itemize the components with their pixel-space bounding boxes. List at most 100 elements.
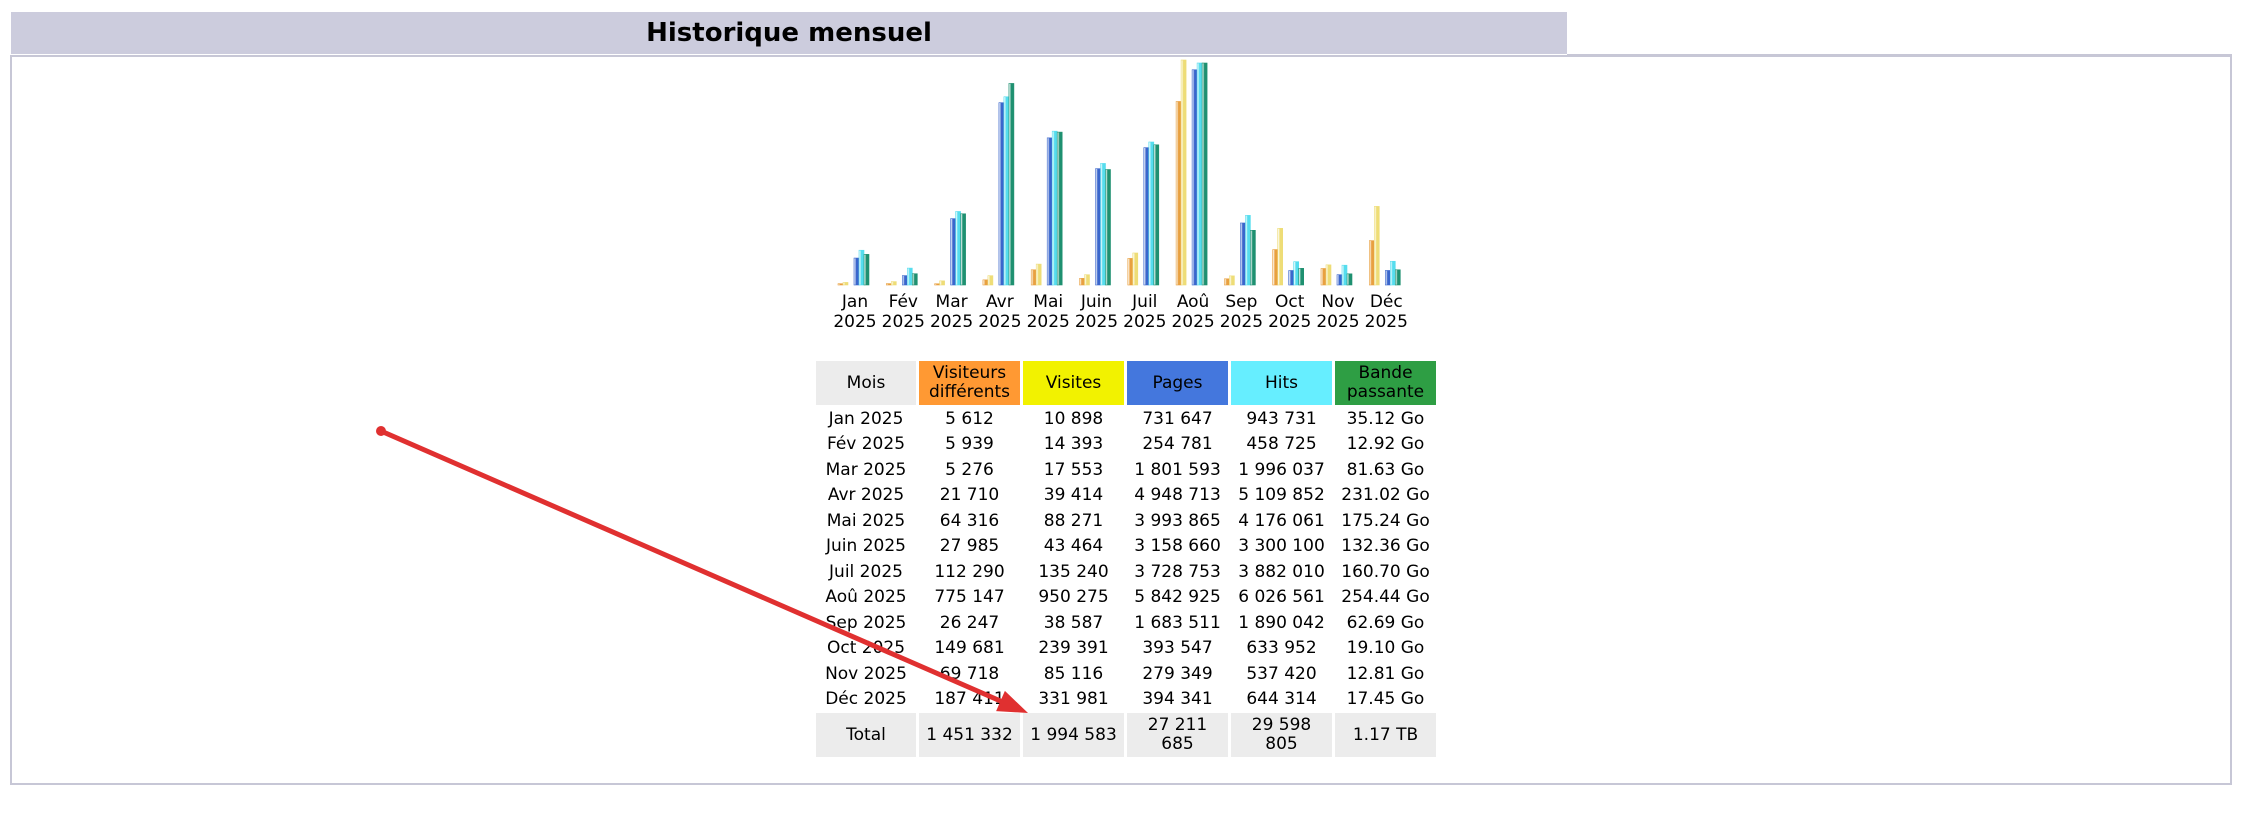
col-header-pages: Pages: [1127, 361, 1228, 405]
row-hits: 3 300 100: [1238, 536, 1325, 557]
bar-hits: [1390, 260, 1396, 286]
table-row: Avr 2025 21 710 39 414 4 948 713 5 109 852 23…: [816, 484, 1436, 508]
row-pages: 393 547: [1142, 638, 1213, 659]
row-bande-passante: 254.44 Go: [1341, 587, 1430, 608]
row-bande-passante: 62.69 Go: [1346, 612, 1425, 633]
row-hits: 5 109 852: [1238, 485, 1325, 506]
row-mois: Juil 2025: [829, 561, 903, 582]
monthly-stats-table: Mois Visiteurs différents Visites Pages …: [813, 359, 1439, 759]
x-tick-month: Oct: [1275, 292, 1305, 312]
bar-pages: [1385, 270, 1391, 286]
row-bande-passante: 17.45 Go: [1346, 689, 1425, 710]
row-visites: 17 553: [1043, 459, 1104, 480]
total-label: Total: [816, 713, 916, 757]
bar-visiteurs: [1320, 268, 1327, 286]
total-visiteurs: 1 451 332: [919, 713, 1020, 757]
bar-hits: [1245, 215, 1251, 286]
x-tick-year: 2025: [1123, 312, 1166, 332]
row-pages: 1 801 593: [1134, 459, 1221, 480]
row-hits: 537 420: [1246, 663, 1317, 684]
bar-pages: [853, 257, 860, 286]
bar-hits: [1341, 264, 1348, 286]
row-hits: 3 882 010: [1238, 561, 1325, 582]
bar-visites: [1229, 275, 1235, 286]
row-visiteurs: 21 710: [939, 485, 1000, 506]
row-mois: Avr 2025: [827, 485, 905, 506]
col-header-visites: Visites: [1023, 361, 1124, 405]
row-visiteurs: 187 411: [934, 689, 1005, 710]
bar-bande-passante: [863, 254, 870, 286]
row-bande-passante: 231.02 Go: [1341, 485, 1430, 506]
table-row: Jan 2025 5 612 10 898 731 647 943 731 35.12 G…: [816, 407, 1436, 431]
x-tick-month: Déc: [1370, 292, 1403, 312]
total-hits: 29 598 805: [1231, 713, 1332, 757]
row-mois: Nov 2025: [825, 663, 907, 684]
bar-bande-passante: [1298, 268, 1304, 286]
row-visiteurs: 27 985: [939, 536, 1000, 557]
bar-pages: [1143, 147, 1150, 286]
row-visites: 38 587: [1043, 612, 1104, 633]
table-row: Nov 2025 69 718 85 116 279 349 537 420 12.81 …: [816, 662, 1436, 686]
table-row: Fév 2025 5 939 14 393 254 781 458 725 12.92 G…: [816, 433, 1436, 457]
x-tick-month: Sep: [1225, 292, 1257, 312]
bar-hits: [1100, 163, 1106, 286]
row-visites: 239 391: [1038, 638, 1109, 659]
row-mois: Aoû 2025: [825, 587, 907, 608]
row-mois: Sep 2025: [825, 612, 907, 633]
row-pages: 731 647: [1142, 408, 1213, 429]
bar-pages: [1095, 168, 1101, 286]
row-hits: 943 731: [1246, 408, 1317, 429]
bar-pages: [1191, 69, 1198, 286]
x-tick-month: Nov: [1321, 292, 1354, 312]
row-visiteurs: 775 147: [934, 587, 1005, 608]
bar-pages: [1240, 222, 1246, 286]
x-tick-year: 2025: [833, 312, 876, 332]
row-visites: 135 240: [1038, 561, 1109, 582]
row-mois: Juin 2025: [826, 536, 906, 557]
row-hits: 1 996 037: [1238, 459, 1325, 480]
bar-pages: [901, 275, 908, 286]
row-visiteurs: 149 681: [934, 638, 1005, 659]
bar-visites: [1325, 264, 1332, 286]
bar-pages: [1046, 137, 1053, 286]
table-body: Jan 2025 5 612 10 898 731 647 943 731 35.12 G…: [816, 407, 1436, 711]
row-hits: 6 026 561: [1238, 587, 1325, 608]
bar-bande-passante: [960, 213, 966, 286]
x-tick-year: 2025: [1316, 312, 1359, 332]
bar-hits: [955, 211, 961, 286]
row-visiteurs: 69 718: [939, 663, 1000, 684]
x-tick-year: 2025: [882, 312, 925, 332]
row-visites: 43 464: [1043, 536, 1104, 557]
row-pages: 394 341: [1142, 689, 1213, 710]
row-hits: 458 725: [1246, 434, 1317, 455]
bar-hits: [906, 267, 913, 286]
row-pages: 3 993 865: [1134, 510, 1221, 531]
row-bande-passante: 175.24 Go: [1341, 510, 1430, 531]
x-tick-month: Mai: [1033, 292, 1063, 312]
row-mois: Mar 2025: [825, 459, 907, 480]
table-row: Aoû 2025 775 147 950 275 5 842 925 6 026 561…: [816, 586, 1436, 610]
bar-hits: [858, 249, 865, 286]
bar-bande-passante: [1056, 131, 1063, 286]
bar-hits: [1293, 261, 1299, 286]
bar-visites: [1084, 274, 1090, 286]
bar-bande-passante: [1105, 169, 1111, 286]
bar-visiteurs: [934, 283, 940, 286]
row-bande-passante: 12.81 Go: [1346, 663, 1425, 684]
x-tick-year: 2025: [1365, 312, 1408, 332]
x-tick-year: 2025: [1027, 312, 1070, 332]
row-visiteurs: 5 276: [945, 459, 994, 480]
row-visites: 950 275: [1038, 587, 1109, 608]
x-tick-year: 2025: [1171, 312, 1214, 332]
bar-pages: [1336, 274, 1343, 286]
x-tick-year: 2025: [978, 312, 1021, 332]
bar-visiteurs: [837, 283, 844, 286]
row-bande-passante: 12.92 Go: [1346, 434, 1425, 455]
table-row: Oct 2025 149 681 239 391 393 547 633 952 19.1…: [816, 637, 1436, 661]
bar-visites: [842, 282, 849, 286]
row-pages: 279 349: [1142, 663, 1213, 684]
bar-visiteurs: [1030, 269, 1037, 286]
bar-visites: [1035, 263, 1042, 286]
bar-bande-passante: [1201, 62, 1208, 286]
row-mois: Oct 2025: [826, 638, 906, 659]
